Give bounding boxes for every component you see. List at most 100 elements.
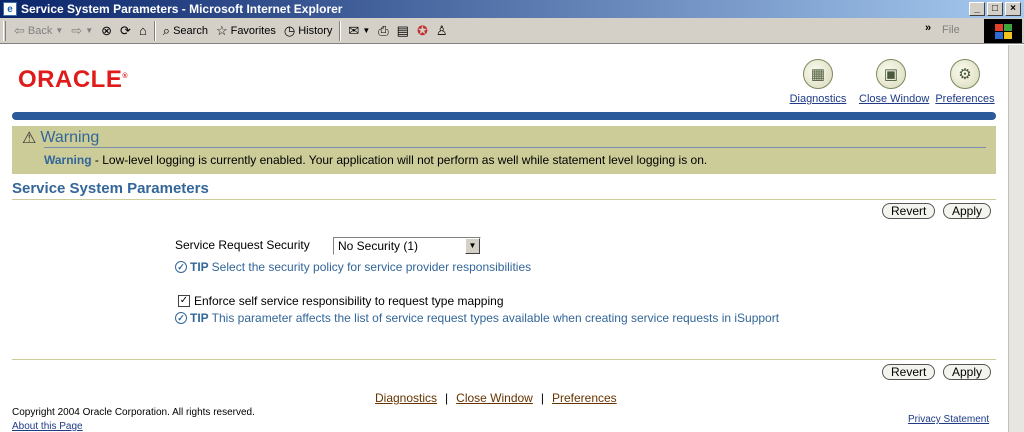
toolbar-separator (153, 20, 156, 41)
warning-text: - Low-level logging is currently enabled… (91, 153, 708, 167)
forward-button[interactable]: ⇨ ▼ (67, 20, 97, 42)
research-button[interactable]: ♙ (432, 20, 452, 42)
medal-icon: ✪ (416, 22, 428, 38)
global-link-close-window[interactable]: ▣ Close Window (859, 59, 929, 105)
favorites-icon: ☆ (215, 22, 228, 38)
search-label: Search (173, 24, 208, 37)
warning-icon: ⚠ (22, 130, 37, 147)
window-title: Service System Parameters - Microsoft In… (21, 2, 343, 16)
copyright-text: Copyright 2004 Oracle Corporation. All r… (12, 407, 255, 418)
back-arrow-icon: ⇦ (14, 22, 25, 38)
favorites-button[interactable]: ☆ Favorites (212, 20, 280, 42)
enforce-checkbox[interactable]: ✓ (178, 295, 190, 307)
minimize-button[interactable]: _ (969, 2, 985, 16)
warning-title: ⚠ Warning (22, 128, 99, 148)
security-select[interactable]: No Security (1) ▼ (333, 237, 481, 255)
footer-separator: | (540, 391, 544, 405)
print-button[interactable]: ⎙ (374, 20, 392, 42)
maximize-button[interactable]: □ (987, 2, 1003, 16)
preferences-link[interactable]: Preferences (935, 93, 994, 105)
home-button[interactable]: ⌂ (135, 20, 151, 42)
warning-label: Warning (44, 153, 92, 167)
vertical-scrollbar[interactable] (1008, 45, 1024, 432)
page-title: Service System Parameters (12, 180, 209, 197)
apply-button-top[interactable]: Apply (943, 203, 992, 219)
diagnostics-link[interactable]: Diagnostics (790, 93, 847, 105)
person-icon: ♙ (435, 22, 448, 38)
warning-message: Warning - Low-level logging is currently… (44, 153, 707, 167)
windows-logo-icon (984, 19, 1022, 43)
history-label: History (298, 24, 333, 37)
footer-separator: | (445, 391, 449, 405)
search-button[interactable]: ⌕ Search (159, 20, 212, 42)
back-button[interactable]: ⇦ Back ▼ (10, 20, 67, 42)
history-icon: ◷ (283, 22, 296, 38)
logo-text: ORACLE (18, 66, 123, 93)
edit-button[interactable]: ▤ (393, 20, 413, 42)
security-tip: ✓ TIP Select the security policy for ser… (175, 260, 531, 274)
ie-app-icon: e (3, 2, 17, 16)
warning-box: ⚠ Warning Warning - Low-level logging is… (12, 126, 996, 174)
tip-check-icon: ✓ (175, 261, 187, 273)
stop-icon: ⊗ (101, 22, 113, 38)
global-link-diagnostics[interactable]: ▦ Diagnostics (786, 59, 850, 105)
warning-divider (44, 147, 986, 148)
chevron-down-icon[interactable]: ▼ (465, 238, 480, 254)
toolbar-grip (3, 20, 6, 41)
security-select-value: No Security (1) (338, 239, 419, 253)
footer-preferences-link[interactable]: Preferences (552, 391, 617, 405)
window-titlebar: e Service System Parameters - Microsoft … (0, 0, 1024, 18)
warning-title-text: Warning (40, 129, 100, 146)
refresh-button[interactable]: ⟳ (116, 20, 135, 42)
oracle-logo: ORACLE® (18, 66, 128, 94)
about-page-link[interactable]: About this Page (12, 421, 83, 432)
dropdown-arrow-icon: ▼ (362, 26, 371, 35)
close-window-icon[interactable]: ▣ (876, 59, 906, 89)
dropdown-arrow-icon[interactable]: ▼ (85, 26, 93, 35)
close-button[interactable]: × (1005, 2, 1021, 16)
forward-arrow-icon: ⇨ (71, 22, 83, 38)
favorites-label: Favorites (230, 24, 276, 37)
messenger-button[interactable]: ✪ (413, 20, 432, 42)
browser-toolbar: ⇦ Back ▼ ⇨ ▼ ⊗ ⟳ ⌂ ⌕ Search ☆ Favorites … (0, 18, 1024, 44)
history-button[interactable]: ◷ History (280, 20, 337, 42)
toolbar-overflow-icon[interactable]: » (925, 22, 931, 34)
security-tip-text: Select the security policy for service p… (211, 260, 532, 274)
stop-button[interactable]: ⊗ (97, 20, 116, 42)
enforce-tip: ✓ TIP This parameter affects the list of… (175, 311, 779, 325)
dropdown-arrow-icon[interactable]: ▼ (55, 26, 63, 35)
revert-button-bottom[interactable]: Revert (882, 364, 936, 380)
back-label: Back (27, 24, 53, 37)
mail-button[interactable]: ✉ ▼ (344, 20, 374, 42)
registered-mark: ® (122, 73, 129, 80)
refresh-icon: ⟳ (120, 22, 131, 38)
enforce-row: ✓ Enforce self service responsibility to… (178, 294, 504, 308)
enforce-tip-text: This parameter affects the list of servi… (211, 311, 780, 325)
print-icon: ⎙ (378, 22, 389, 38)
security-label: Service Request Security (175, 238, 310, 252)
tip-label: TIP (190, 260, 209, 274)
bottom-divider (12, 359, 996, 360)
page-content: ORACLE® ▦ Diagnostics ▣ Close Window ⚙ P… (0, 45, 1008, 432)
apply-button-bottom[interactable]: Apply (943, 364, 992, 380)
diagnostics-icon[interactable]: ▦ (803, 59, 833, 89)
edit-icon: ▤ (396, 22, 409, 38)
footer-links: Diagnostics | Close Window | Preferences (375, 391, 617, 405)
close-window-link[interactable]: Close Window (859, 93, 929, 105)
footer-diagnostics-link[interactable]: Diagnostics (375, 391, 437, 405)
global-link-preferences[interactable]: ⚙ Preferences (933, 59, 997, 105)
revert-button-top[interactable]: Revert (882, 203, 936, 219)
toolbar-separator (339, 20, 342, 41)
home-icon: ⌂ (138, 23, 147, 38)
window-controls: _ □ × (969, 2, 1021, 16)
mail-icon: ✉ (348, 22, 360, 38)
footer-close-window-link[interactable]: Close Window (456, 391, 533, 405)
privacy-statement-link[interactable]: Privacy Statement (908, 414, 989, 425)
header-bar (12, 112, 996, 120)
preferences-icon[interactable]: ⚙ (950, 59, 980, 89)
enforce-label: Enforce self service responsibility to r… (194, 294, 504, 308)
heading-divider (12, 199, 996, 200)
menu-file[interactable]: File (942, 24, 960, 36)
search-icon: ⌕ (162, 22, 171, 38)
tip-check-icon: ✓ (175, 312, 187, 324)
